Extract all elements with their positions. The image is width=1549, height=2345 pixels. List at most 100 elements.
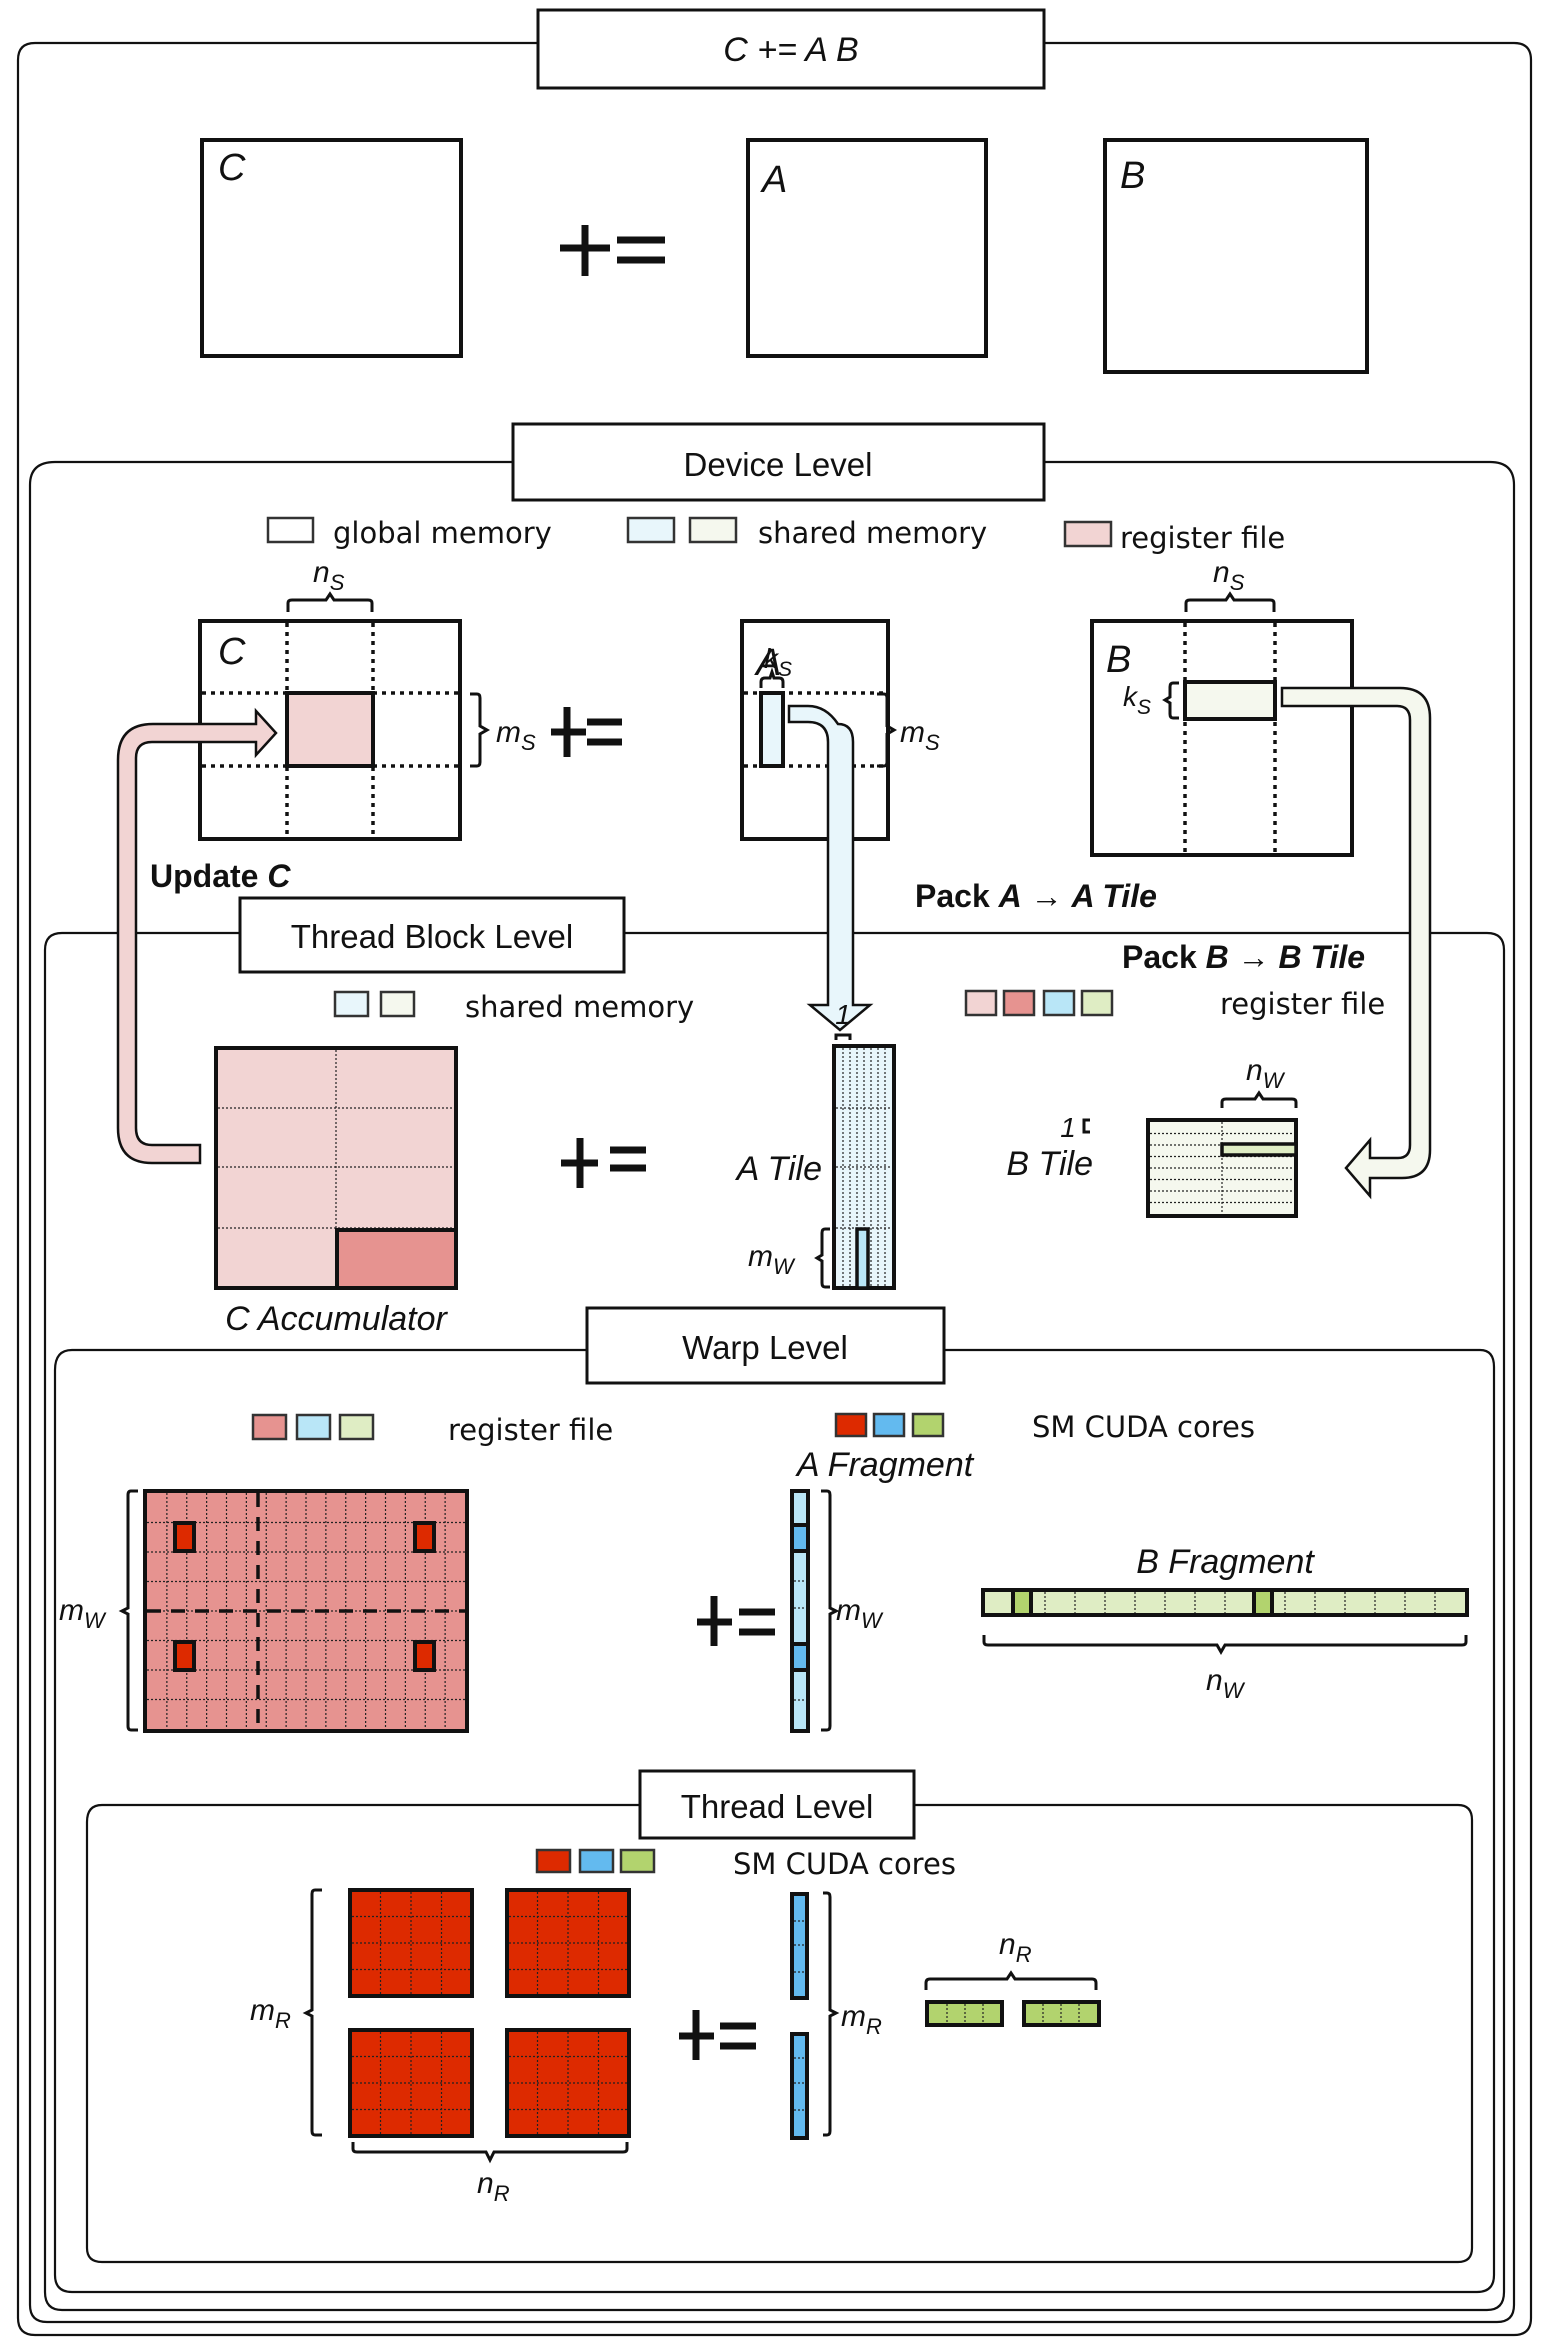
thread-nr-bottom-label: nR: [477, 2167, 510, 2206]
warp-legend-swatch-core-b: [911, 1412, 945, 1438]
thread-nr-top-label: nR: [999, 1928, 1032, 1967]
legend-global-memory: global memory: [333, 516, 552, 550]
a-ms-label: mS: [900, 716, 940, 755]
top-matrix-c-label: C: [218, 147, 246, 189]
b-tile-nw-label: nW: [1246, 1054, 1286, 1093]
b-tile-nw-brace: [1220, 1090, 1298, 1108]
device-title: Device Level: [684, 446, 873, 483]
b-ns-label: nS: [1213, 556, 1245, 595]
thread-c-fragment-3: [173, 1640, 196, 1672]
legend-swatch-shared-a: [626, 516, 676, 544]
a-fragment-core-1: [790, 1523, 810, 1553]
tb-plus-equals-operator: [561, 1138, 646, 1188]
thread-mr-right-brace: [823, 1891, 840, 2137]
a-fragment-label: A Fragment: [795, 1446, 975, 1484]
pack-a-label: Pack A → A Tile: [915, 878, 1157, 914]
legend-swatch-global: [266, 516, 315, 544]
warp-legend-swatch-b: [338, 1413, 375, 1441]
a-tile-one-brace: [834, 1033, 852, 1040]
thread-mr-left-label: mR: [250, 1994, 291, 2033]
warp-legend-swatch-core-c: [834, 1412, 868, 1438]
tb-legend-swatch-a: [1042, 989, 1076, 1017]
warp-legend-cuda-cores: SM CUDA cores: [1032, 1410, 1255, 1444]
thread-c-fragment-4: [413, 1640, 436, 1672]
thread-a-fragment-1: [790, 1892, 809, 2000]
top-level-section: C += A B C A B: [200, 8, 1369, 374]
tb-legend-swatch-shared-b: [379, 990, 416, 1018]
device-plus-equals-operator: [551, 707, 622, 757]
warp-plus-equals-operator: [697, 1596, 775, 1646]
b-fragment-core-2: [1252, 1588, 1274, 1617]
b-tile-one-brace: [1082, 1118, 1090, 1134]
warp-nw-label: nW: [1206, 1664, 1246, 1703]
warp-legend-register-file: register file: [448, 1413, 613, 1447]
thread-title: Thread Level: [681, 1788, 874, 1825]
device-a-block-shared: [759, 691, 785, 768]
warp-level-section: Warp Level register file SM CUDA cores m…: [59, 1306, 1469, 1733]
a-tile-mw-brace: [814, 1227, 830, 1289]
thread-nr-bottom-brace: [351, 2142, 629, 2164]
device-c-block-register: [285, 691, 375, 768]
thread-legend-swatch-core-b: [619, 1848, 656, 1874]
b-tile-one-label: 1: [1060, 1112, 1076, 1143]
tb-legend-shared-memory: shared memory: [465, 990, 694, 1024]
thread-legend-cuda-cores: SM CUDA cores: [733, 1847, 956, 1881]
device-matrix-b-label: B: [1106, 639, 1131, 681]
top-title: C += A B: [723, 31, 858, 69]
warp-mw-left-label: mW: [59, 1594, 107, 1633]
b-tile-label: B Tile: [1006, 1145, 1093, 1183]
warp-legend-swatch-core-a: [872, 1412, 906, 1438]
c-ms-label: mS: [496, 716, 536, 755]
pack-b-label: Pack B → B Tile: [1122, 939, 1365, 975]
thread-mr-left-brace: [302, 1888, 322, 2137]
b-ns-brace: [1184, 591, 1276, 612]
device-b-block-shared: [1183, 680, 1277, 721]
b-fragment-core-1: [1011, 1588, 1033, 1617]
c-ns-label: nS: [313, 556, 345, 595]
update-c-label: Update C: [150, 858, 291, 894]
tb-legend-swatch-b: [1080, 989, 1114, 1017]
a-tile-warp-slice: [855, 1227, 870, 1290]
b-fragment-label: B Fragment: [1136, 1543, 1315, 1581]
thread-level-section: Thread Level SM CUDA cores mR nR mR nR: [250, 1769, 1101, 2206]
thread-legend-swatch-core-a: [578, 1848, 615, 1874]
legend-shared-memory: shared memory: [758, 516, 987, 550]
warp-mw-left-brace: [118, 1489, 138, 1732]
tb-legend-swatch-c: [1002, 989, 1036, 1017]
a-tile-mw-label: mW: [748, 1240, 796, 1279]
legend-register-file: register file: [1120, 521, 1285, 555]
c-accumulator-warp-tile: [335, 1228, 458, 1290]
legend-swatch-shared-b: [688, 516, 738, 544]
thread-c-blocks: [348, 1888, 631, 2138]
c-accumulator-label: C Accumulator: [225, 1300, 448, 1338]
c-ms-brace: [470, 692, 491, 768]
warp-legend-swatch-a: [295, 1413, 332, 1441]
a-fragment-core-2: [790, 1642, 810, 1672]
threadblock-title: Thread Block Level: [291, 918, 573, 955]
top-matrix-b-label: B: [1120, 155, 1145, 197]
warp-mw-right-brace: [821, 1489, 840, 1732]
thread-a-fragment-2: [790, 2032, 809, 2140]
tb-legend-register-file: register file: [1220, 987, 1385, 1021]
warp-legend-swatch-c: [251, 1413, 288, 1441]
tb-legend-swatch-shared-a: [333, 990, 370, 1018]
top-plus-equals-operator: [560, 225, 665, 276]
warp-nw-brace: [982, 1635, 1468, 1656]
gemm-hierarchy-diagram: C += A B C A B Device Level global memor…: [16, 8, 1533, 2337]
device-matrix-c-label: C: [218, 631, 246, 673]
thread-legend-swatch-core-c: [535, 1848, 572, 1874]
a-tile-one-label: 1: [835, 999, 851, 1030]
thread-mr-right-label: mR: [841, 2000, 882, 2039]
thread-nr-top-brace: [924, 1970, 1098, 1990]
thread-c-fragment-2: [413, 1521, 436, 1553]
a-tile-label: A Tile: [735, 1150, 822, 1188]
warp-title: Warp Level: [682, 1329, 848, 1366]
warp-mw-right-label: mW: [836, 1594, 884, 1633]
thread-plus-equals-operator: [679, 2010, 756, 2060]
c-ns-brace: [286, 591, 374, 612]
legend-swatch-register: [1063, 520, 1113, 548]
b-tile-warp-slice: [1220, 1142, 1298, 1157]
thread-c-fragment-1: [173, 1521, 196, 1553]
tb-legend-swatch-c-light: [964, 989, 998, 1017]
top-matrix-a-label: A: [760, 159, 787, 201]
